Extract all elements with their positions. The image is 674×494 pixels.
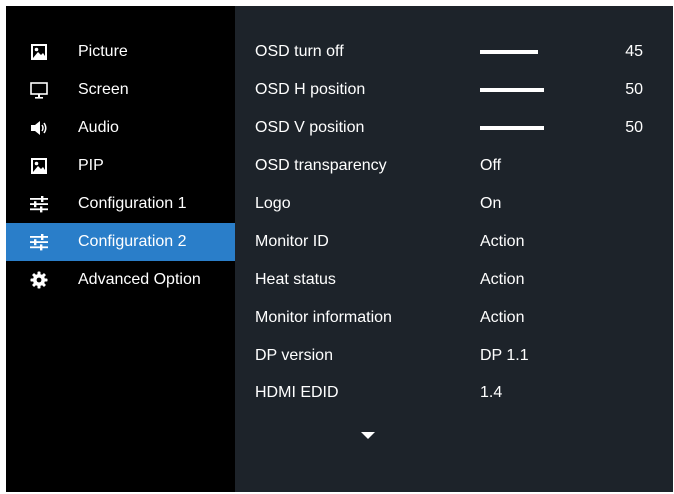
sidebar-item-label: Screen xyxy=(78,81,129,98)
osd-h-position-slider[interactable] xyxy=(480,88,544,92)
sidebar-item-label: Picture xyxy=(78,43,128,60)
pip-icon xyxy=(29,156,49,176)
setting-value: Action xyxy=(480,309,525,326)
setting-value: 50 xyxy=(625,81,643,98)
sidebar-item-picture[interactable]: Picture xyxy=(6,33,235,71)
setting-value: Action xyxy=(480,271,525,288)
monitor-icon xyxy=(29,80,49,100)
setting-label: Heat status xyxy=(255,271,336,288)
setting-value: 45 xyxy=(625,43,643,60)
sliders-icon xyxy=(29,194,49,214)
setting-row-monitor-id[interactable]: Monitor ID Action xyxy=(235,223,673,261)
setting-row-logo[interactable]: Logo On xyxy=(235,185,673,223)
sidebar-item-advanced-option[interactable]: Advanced Option xyxy=(6,261,235,299)
sidebar-item-configuration-2[interactable]: Configuration 2 xyxy=(6,223,235,261)
slider-fill xyxy=(480,126,544,130)
sidebar-item-label: Audio xyxy=(78,119,119,136)
setting-row-osd-h-position[interactable]: OSD H position 50 xyxy=(235,71,673,109)
gear-icon xyxy=(29,270,49,290)
picture-icon xyxy=(29,42,49,62)
setting-label: OSD turn off xyxy=(255,43,344,60)
slider-fill xyxy=(480,50,538,54)
setting-row-dp-version[interactable]: DP version DP 1.1 xyxy=(235,337,673,375)
setting-row-heat-status[interactable]: Heat status Action xyxy=(235,261,673,299)
chevron-down-icon[interactable] xyxy=(361,427,375,439)
osd-v-position-slider[interactable] xyxy=(480,126,544,130)
setting-value: 1.4 xyxy=(480,384,503,401)
setting-row-osd-v-position[interactable]: OSD V position 50 xyxy=(235,109,673,147)
setting-value: 50 xyxy=(625,119,643,136)
settings-panel: OSD turn off 45 OSD H position 50 OSD V … xyxy=(235,6,673,492)
setting-label: OSD V position xyxy=(255,119,365,136)
setting-label: Monitor information xyxy=(255,309,392,326)
setting-label: Monitor ID xyxy=(255,233,329,250)
slider-fill xyxy=(480,88,544,92)
setting-row-hdmi-edid[interactable]: HDMI EDID 1.4 xyxy=(235,374,673,412)
setting-label: DP version xyxy=(255,347,333,364)
sidebar-item-label: PIP xyxy=(78,157,104,174)
setting-row-monitor-information[interactable]: Monitor information Action xyxy=(235,299,673,337)
setting-value: On xyxy=(480,195,502,212)
setting-label: OSD H position xyxy=(255,81,366,98)
setting-label: OSD transparency xyxy=(255,157,387,174)
sidebar-item-pip[interactable]: PIP xyxy=(6,147,235,185)
sidebar-item-label: Configuration 1 xyxy=(78,195,187,212)
sidebar-item-audio[interactable]: Audio xyxy=(6,109,235,147)
osd-menu: Picture Screen Audio PIP Configuration 1… xyxy=(6,6,673,492)
setting-value: Off xyxy=(480,157,502,174)
sliders-icon xyxy=(29,232,49,252)
setting-label: Logo xyxy=(255,195,291,212)
setting-value: Action xyxy=(480,233,525,250)
sidebar-item-configuration-1[interactable]: Configuration 1 xyxy=(6,185,235,223)
setting-label: HDMI EDID xyxy=(255,384,339,401)
setting-value: DP 1.1 xyxy=(480,347,529,364)
sidebar: Picture Screen Audio PIP Configuration 1… xyxy=(6,6,235,492)
setting-row-osd-transparency[interactable]: OSD transparency Off xyxy=(235,147,673,185)
sidebar-item-label: Advanced Option xyxy=(78,271,201,288)
speaker-icon xyxy=(29,118,49,138)
sidebar-item-label: Configuration 2 xyxy=(78,233,187,250)
sidebar-item-screen[interactable]: Screen xyxy=(6,71,235,109)
setting-row-osd-turn-off[interactable]: OSD turn off 45 xyxy=(235,33,673,71)
osd-turn-off-slider[interactable] xyxy=(480,50,544,54)
